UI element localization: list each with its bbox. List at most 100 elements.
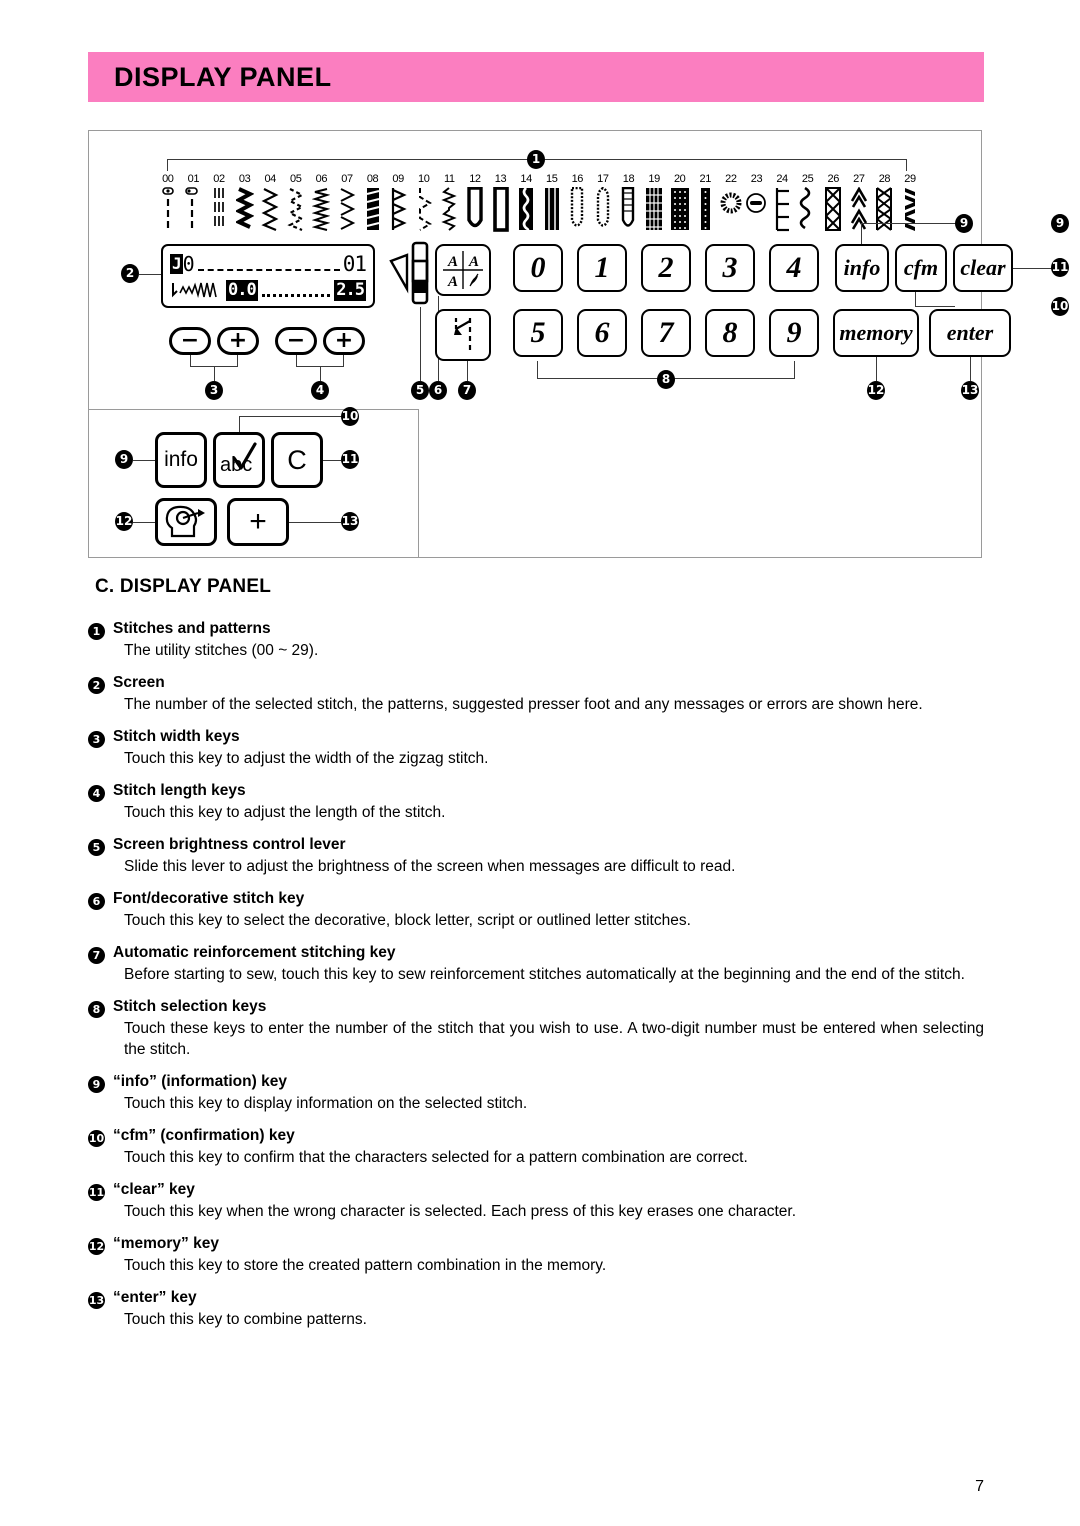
stretch-zigzag-icon <box>309 187 335 233</box>
stitch-cell: 15 <box>539 173 565 233</box>
callout-2-leader <box>139 274 163 275</box>
stitch-number: 22 <box>725 173 737 185</box>
item-heading: Stitch length keys <box>113 782 246 799</box>
list-item: 8 Stitch selection keys Touch these keys… <box>88 998 984 1060</box>
stitch-cell: 29 <box>897 173 923 233</box>
stitch-number: 04 <box>264 173 276 185</box>
inset-abc-key[interactable]: abc <box>213 432 265 488</box>
stitch-cell: 24 <box>769 173 795 233</box>
callout-9: 9 <box>955 214 973 233</box>
stitch-pattern-strip: 00 01 02 03 04 05 06 07 08 09 10 11 12 1… <box>155 173 923 233</box>
callout-11-leader <box>1013 268 1053 269</box>
bartack-narrow-icon <box>692 187 718 233</box>
item-badge: 12 <box>88 1238 105 1255</box>
item-heading-row: 1 Stitches and patterns <box>88 620 984 640</box>
ladder-rung-icon <box>769 187 795 233</box>
stitch-key-1[interactable]: 1 <box>577 244 627 292</box>
item-heading-row: 10 “cfm” (confirmation) key <box>88 1127 984 1147</box>
item-text: Touch this key when the wrong character … <box>124 1203 797 1220</box>
inset-enter-key[interactable]: + <box>227 498 289 546</box>
automatic-reinforcement-key[interactable] <box>435 309 491 361</box>
zigzag-icon <box>257 187 283 233</box>
lcd-dash-line <box>197 257 340 271</box>
stitch-number: 11 <box>444 173 455 185</box>
item-text: Slide this lever to adjust the brightnes… <box>124 858 736 875</box>
info-key[interactable]: info <box>835 244 889 292</box>
enter-key[interactable]: enter <box>929 309 1011 357</box>
list-item: 5 Screen brightness control lever Slide … <box>88 836 984 877</box>
cfm-key[interactable]: cfm <box>895 244 947 292</box>
stitch-cell: 05 <box>283 173 309 233</box>
stitch-key-2[interactable]: 2 <box>641 244 691 292</box>
memory-key[interactable]: memory <box>833 309 919 357</box>
stitch-length-minus-key[interactable]: − <box>275 327 317 355</box>
svg-text:A: A <box>468 254 479 270</box>
stitch-key-3[interactable]: 3 <box>705 244 755 292</box>
item-text: Touch this key to display information on… <box>124 1095 528 1112</box>
item-badge: 9 <box>88 1076 105 1093</box>
list-item: 10 “cfm” (confirmation) key Touch this k… <box>88 1127 984 1168</box>
zigzag-bold-icon <box>232 187 258 233</box>
stitch-number: 03 <box>238 173 251 185</box>
callout-4: 4 <box>311 381 329 400</box>
stitch-key-8[interactable]: 8 <box>705 309 755 357</box>
list-item: 3 Stitch width keys Touch this key to ad… <box>88 728 984 769</box>
list-item: 11 “clear” key Touch this key when the w… <box>88 1181 984 1222</box>
item-text: Touch this key to confirm that the chara… <box>124 1149 748 1166</box>
display-panel-diagram: 1 00 01 02 03 04 05 06 07 08 09 10 11 12… <box>88 130 1069 558</box>
bound-buttonhole-icon <box>616 187 642 233</box>
inset-memory-key[interactable] <box>155 498 217 546</box>
item-text: The number of the selected stitch, the p… <box>124 696 923 713</box>
stitch-cell: 12 <box>462 173 488 233</box>
stitch-number: 28 <box>878 173 891 185</box>
item-badge: 2 <box>88 677 105 694</box>
stretch-blind-hem-icon <box>437 187 463 233</box>
item-heading: Stitches and patterns <box>113 620 271 637</box>
stitch-length-plus-key[interactable]: + <box>323 327 365 355</box>
list-item: 1 Stitches and patterns The utility stit… <box>88 620 984 661</box>
item-badge: 3 <box>88 731 105 748</box>
item-text: The utility stitches (00 ~ 29). <box>124 642 319 659</box>
item-heading: “enter” key <box>113 1289 197 1306</box>
inset-clear-key[interactable]: C <box>271 432 323 488</box>
item-heading-row: 3 Stitch width keys <box>88 728 984 748</box>
decorative-diamond-icon <box>820 187 846 233</box>
item-badge: 5 <box>88 839 105 856</box>
stitch-number: 20 <box>673 173 686 185</box>
stitch-number: 09 <box>392 173 404 185</box>
stitch-cell: 20 <box>667 173 693 233</box>
item-heading: Automatic reinforcement stitching key <box>113 944 396 961</box>
item-badge: 7 <box>88 947 105 964</box>
stitch-number: 25 <box>801 173 814 185</box>
item-text: Touch this key to combine patterns. <box>124 1311 367 1328</box>
callout-2: 2 <box>121 264 139 283</box>
callout-9-leader-h <box>861 223 956 224</box>
font-decorative-stitch-key[interactable]: A A A <box>435 244 491 296</box>
screen-brightness-control-lever[interactable] <box>389 241 435 312</box>
list-item: 6 Font/decorative stitch key Touch this … <box>88 890 984 931</box>
buttonhole-round-end-icon <box>462 187 488 233</box>
inset-info-key[interactable]: info <box>155 432 207 488</box>
stitch-number: 06 <box>315 173 328 185</box>
stitch-key-9[interactable]: 9 <box>769 309 819 357</box>
clear-key[interactable]: clear <box>953 244 1013 292</box>
stitch-width-plus-key[interactable]: + <box>217 327 259 355</box>
stitch-number: 19 <box>648 173 660 185</box>
stitch-key-7[interactable]: 7 <box>641 309 691 357</box>
lcd-stitch-glyph: 0 <box>182 252 195 276</box>
callout-3-leader <box>214 367 215 381</box>
lcd-zigzag-icon <box>172 282 217 299</box>
blind-hem-stitch-icon <box>411 187 437 233</box>
stitch-key-4[interactable]: 4 <box>769 244 819 292</box>
stitch-cell: 18 <box>616 173 642 233</box>
callout-4-bracket <box>296 355 344 367</box>
stitch-key-6[interactable]: 6 <box>577 309 627 357</box>
stitch-key-0[interactable]: 0 <box>513 244 563 292</box>
stitch-cell: 07 <box>334 173 360 233</box>
item-heading: “clear” key <box>113 1181 195 1198</box>
stitch-cell: 21 <box>692 173 718 233</box>
stitch-width-minus-key[interactable]: − <box>169 327 211 355</box>
item-badge: 8 <box>88 1001 105 1018</box>
stitch-key-5[interactable]: 5 <box>513 309 563 357</box>
item-text: Touch this key to adjust the length of t… <box>124 804 446 821</box>
